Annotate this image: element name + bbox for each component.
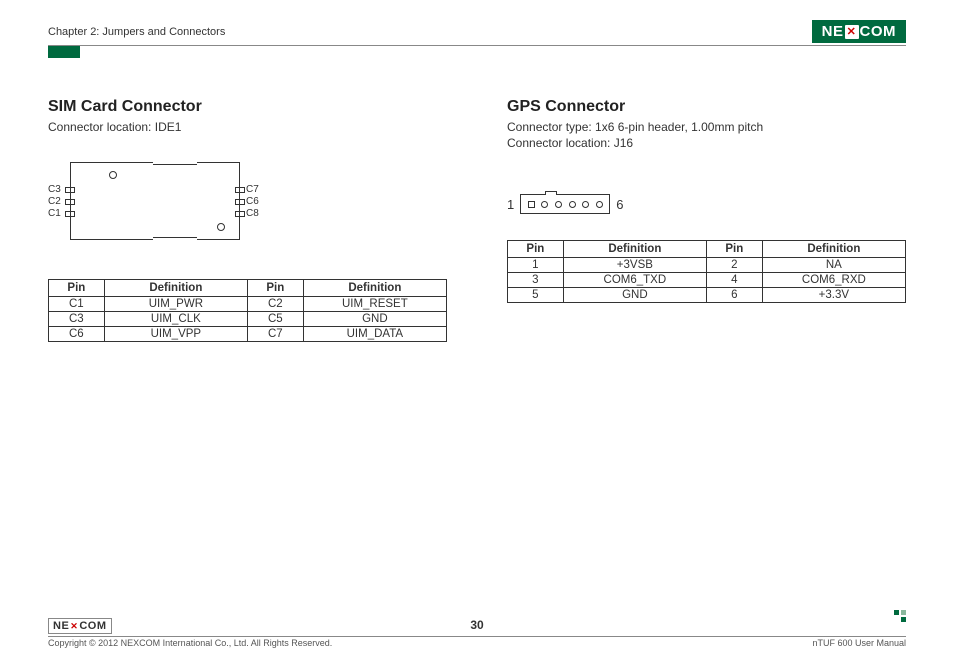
sim-pin-table: Pin Definition Pin Definition C1 UIM_PWR… (48, 279, 447, 342)
nexcom-logo: NE ✕ COM (812, 20, 906, 43)
gps-diagram: 1 6 (507, 194, 906, 214)
gps-pin-left-label: 1 (507, 197, 514, 212)
sim-pin-label: C7 (246, 184, 259, 195)
logo-pre: NE (822, 23, 844, 40)
logo-x-icon: ✕ (845, 25, 859, 39)
logo-post: COM (860, 23, 897, 40)
th-pin: Pin (49, 280, 105, 297)
th-def: Definition (104, 280, 247, 297)
table-row: 5 GND 6 +3.3V (508, 288, 906, 303)
gps-connector-icon (520, 194, 610, 214)
gps-pin-table: Pin Definition Pin Definition 1 +3VSB 2 … (507, 240, 906, 303)
th-def: Definition (563, 241, 706, 258)
page-number: 30 (470, 618, 483, 632)
gps-pin-right-label: 6 (616, 197, 623, 212)
sim-title: SIM Card Connector (48, 98, 447, 116)
sim-pin-label: C3 (48, 184, 61, 195)
gps-title: GPS Connector (507, 98, 906, 116)
gps-section: GPS Connector Connector type: 1x6 6-pin … (507, 98, 906, 342)
chapter-tab-icon (48, 46, 80, 58)
sim-diagram: C3 C2 C1 C7 C6 C8 (48, 162, 258, 257)
th-pin: Pin (508, 241, 564, 258)
th-def: Definition (303, 280, 446, 297)
gps-location: Connector location: J16 (507, 136, 906, 150)
table-row: C1 UIM_PWR C2 UIM_RESET (49, 297, 447, 312)
table-row: C3 UIM_CLK C5 GND (49, 312, 447, 327)
sim-pin-label: C6 (246, 196, 259, 207)
table-row: 3 COM6_TXD 4 COM6_RXD (508, 273, 906, 288)
th-pin: Pin (706, 241, 762, 258)
table-row: C6 UIM_VPP C7 UIM_DATA (49, 327, 447, 342)
chapter-label: Chapter 2: Jumpers and Connectors (48, 26, 225, 38)
sim-section: SIM Card Connector Connector location: I… (48, 98, 447, 342)
th-pin: Pin (247, 280, 303, 297)
manual-name: nTUF 600 User Manual (812, 638, 906, 648)
corner-icon (894, 610, 906, 622)
sim-pin-label: C2 (48, 196, 61, 207)
gps-type: Connector type: 1x6 6-pin header, 1.00mm… (507, 120, 906, 134)
copyright: Copyright © 2012 NEXCOM International Co… (48, 638, 332, 648)
th-def: Definition (762, 241, 905, 258)
sim-location: Connector location: IDE1 (48, 120, 447, 134)
sim-pin-label: C8 (246, 208, 259, 219)
sim-pin-label: C1 (48, 208, 61, 219)
table-row: 1 +3VSB 2 NA (508, 258, 906, 273)
